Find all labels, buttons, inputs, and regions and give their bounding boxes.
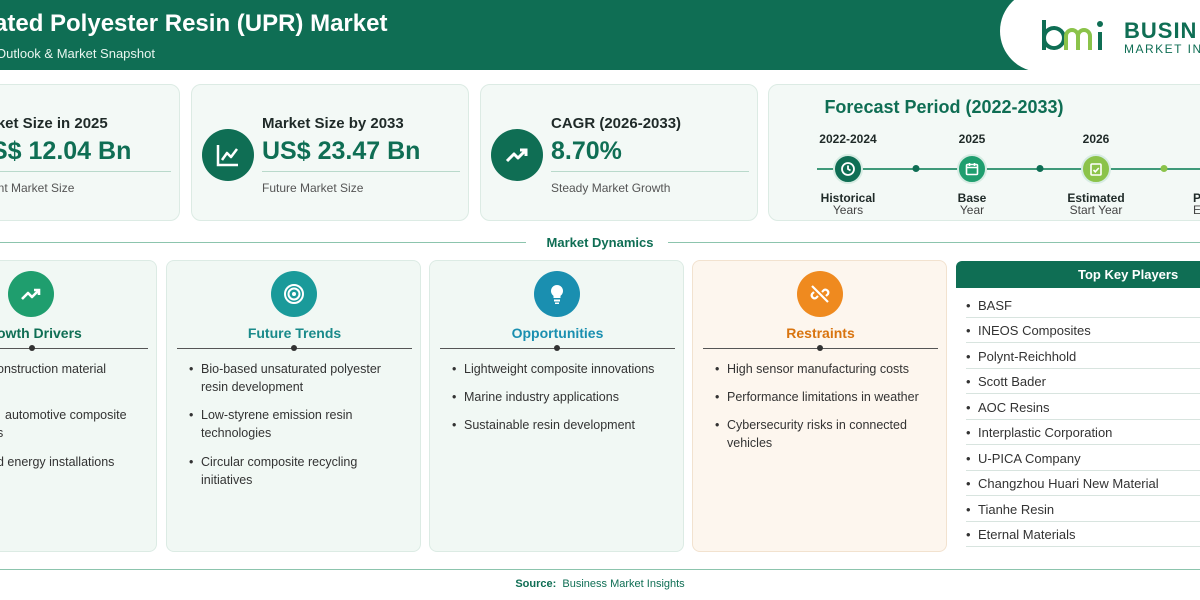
list-item: • BASF xyxy=(966,293,1200,318)
trending-up-icon xyxy=(8,271,54,317)
list-item: • Low-styrene emission resin xyxy=(189,408,353,422)
list-item: • Scott Bader xyxy=(966,369,1200,394)
timeline-caption-sub: Years xyxy=(832,203,864,217)
panel-title: Restraints xyxy=(786,325,855,341)
logo-text-primary: BUSIN xyxy=(1124,18,1198,43)
header-banner: ated Polyester Resin (UPR) Market Outloo… xyxy=(0,0,1200,72)
target-icon xyxy=(271,271,317,317)
panel-title: owth Drivers xyxy=(0,325,82,341)
panel-divider-dot xyxy=(291,345,297,351)
list-item: • Changzhou Huari New Material xyxy=(966,471,1200,496)
list-item: • Sustainable resin development xyxy=(452,418,635,432)
section-title: Market Dynamics xyxy=(546,235,654,250)
source-label: Source: xyxy=(515,578,557,590)
panel-opportunities: Opportunities • Lightweight composite inn… xyxy=(429,260,684,552)
history-icon xyxy=(833,154,863,184)
infographic-page: ated Polyester Resin (UPR) Market Outloo… xyxy=(0,0,1200,600)
key-players-title: Top Key Players xyxy=(956,261,1200,288)
list-item: • Cybersecurity risks in connected xyxy=(715,418,907,432)
broken-link-icon xyxy=(797,271,843,317)
kpi-label: rket Size in 2025 xyxy=(0,115,108,132)
list-item-cont: technologies xyxy=(201,426,272,440)
logo: BUSIN MARKET INSI xyxy=(1000,0,1200,72)
source-value: Business Market Insights xyxy=(562,578,685,590)
kpi-note: Steady Market Growth xyxy=(551,181,671,195)
list-item: s xyxy=(0,426,4,440)
list-item: • Bio-based unsaturated polyester xyxy=(189,362,381,376)
kpi-card-market-size-2033: Market Size by 2033 US$ 23.47 Bn Future … xyxy=(191,84,469,221)
kpi-label: Market Size by 2033 xyxy=(262,115,404,132)
timeline-caption-sub: Start Year xyxy=(1069,203,1123,217)
kpi-card-cagr: CAGR (2026-2033) 8.70% Steady Market Gro… xyxy=(480,84,758,221)
timeline-dot xyxy=(912,165,920,172)
panel-future-trends: Future Trends • Bio-based unsaturated pol… xyxy=(166,260,421,552)
list-item: • Marine industry applications xyxy=(452,390,619,404)
timeline-year: 2026 xyxy=(1082,132,1110,146)
section-divider xyxy=(668,242,1200,243)
timeline-year: 2025 xyxy=(958,132,986,146)
forecast-card: Forecast Period (2022-2033) 2022-2024 Hi… xyxy=(768,84,1200,221)
kpi-divider xyxy=(551,171,749,172)
section-divider xyxy=(0,242,526,243)
kpi-note: Future Market Size xyxy=(262,181,364,195)
list-item: • Lightweight composite innovations xyxy=(452,362,655,376)
kpi-value: 8.70% xyxy=(551,137,622,165)
list-item: • Polynt-Reichhold xyxy=(966,344,1200,369)
panel-divider xyxy=(0,348,148,349)
list-item: d energy installations xyxy=(0,455,115,469)
list-item: • Eternal Materials xyxy=(966,522,1200,547)
kpi-divider xyxy=(262,171,460,172)
lightbulb-icon xyxy=(534,271,580,317)
logo-text-secondary: MARKET INSI xyxy=(1124,42,1200,56)
kpi-note: ent Market Size xyxy=(0,181,75,195)
page-title: ated Polyester Resin (UPR) Market xyxy=(0,10,388,37)
source-line: Source: Business Market Insights xyxy=(0,578,1200,590)
list-item-cont: initiatives xyxy=(201,473,253,487)
trending-up-icon xyxy=(491,129,543,181)
line-chart-icon xyxy=(202,129,254,181)
list-item: automotive composite xyxy=(5,408,127,422)
list-item: • Tianhe Resin xyxy=(966,497,1200,522)
timeline-line xyxy=(817,168,1200,170)
panel-growth-drivers: owth Drivers onstruction material automo… xyxy=(0,260,157,552)
calendar-icon xyxy=(957,154,987,184)
bmi-logo-icon xyxy=(1042,20,1103,51)
list-item: • U-PICA Company xyxy=(966,446,1200,471)
list-item: • Circular composite recycling xyxy=(189,455,358,469)
list-item: • High sensor manufacturing costs xyxy=(715,362,910,376)
kpi-card-market-size-2025: rket Size in 2025 S$ 12.04 Bn ent Market… xyxy=(0,84,180,221)
footer-divider xyxy=(0,569,1200,570)
page-subtitle: Outlook & Market Snapshot xyxy=(0,46,155,61)
timeline-caption-sub: Year xyxy=(959,203,985,217)
panel-title: Future Trends xyxy=(247,325,342,341)
panel-title: Opportunities xyxy=(511,325,604,341)
list-item: • INEOS Composites xyxy=(966,318,1200,343)
panel-divider-dot xyxy=(554,345,560,351)
timeline-dot xyxy=(1160,165,1168,172)
panel-divider-dot xyxy=(29,345,35,351)
panel-restraints: Restraints • High sensor manufacturing co… xyxy=(692,260,947,552)
list-item: • Performance limitations in weather xyxy=(715,390,919,404)
key-players-list: Top Key Players • BASF • INEOS Composites … xyxy=(956,261,1200,551)
timeline-dot xyxy=(1036,165,1044,172)
timeline-year: 2022-2024 xyxy=(819,132,877,146)
list-item: • Interplastic Corporation xyxy=(966,420,1200,445)
panel-divider-dot xyxy=(817,345,823,351)
timeline-caption-sub: E xyxy=(1192,203,1200,217)
kpi-value: S$ 12.04 Bn xyxy=(0,137,132,165)
list-item-cont: vehicles xyxy=(727,436,773,450)
kpi-label: CAGR (2026-2033) xyxy=(551,115,682,132)
forecast-title: Forecast Period (2022-2033) xyxy=(824,97,1064,117)
clipboard-check-icon xyxy=(1081,154,1111,184)
kpi-divider xyxy=(0,171,171,172)
list-item-cont: resin development xyxy=(201,380,304,394)
list-item: • AOC Resins xyxy=(966,395,1200,420)
list-item: onstruction material xyxy=(0,362,107,376)
kpi-value: US$ 23.47 Bn xyxy=(262,137,421,165)
